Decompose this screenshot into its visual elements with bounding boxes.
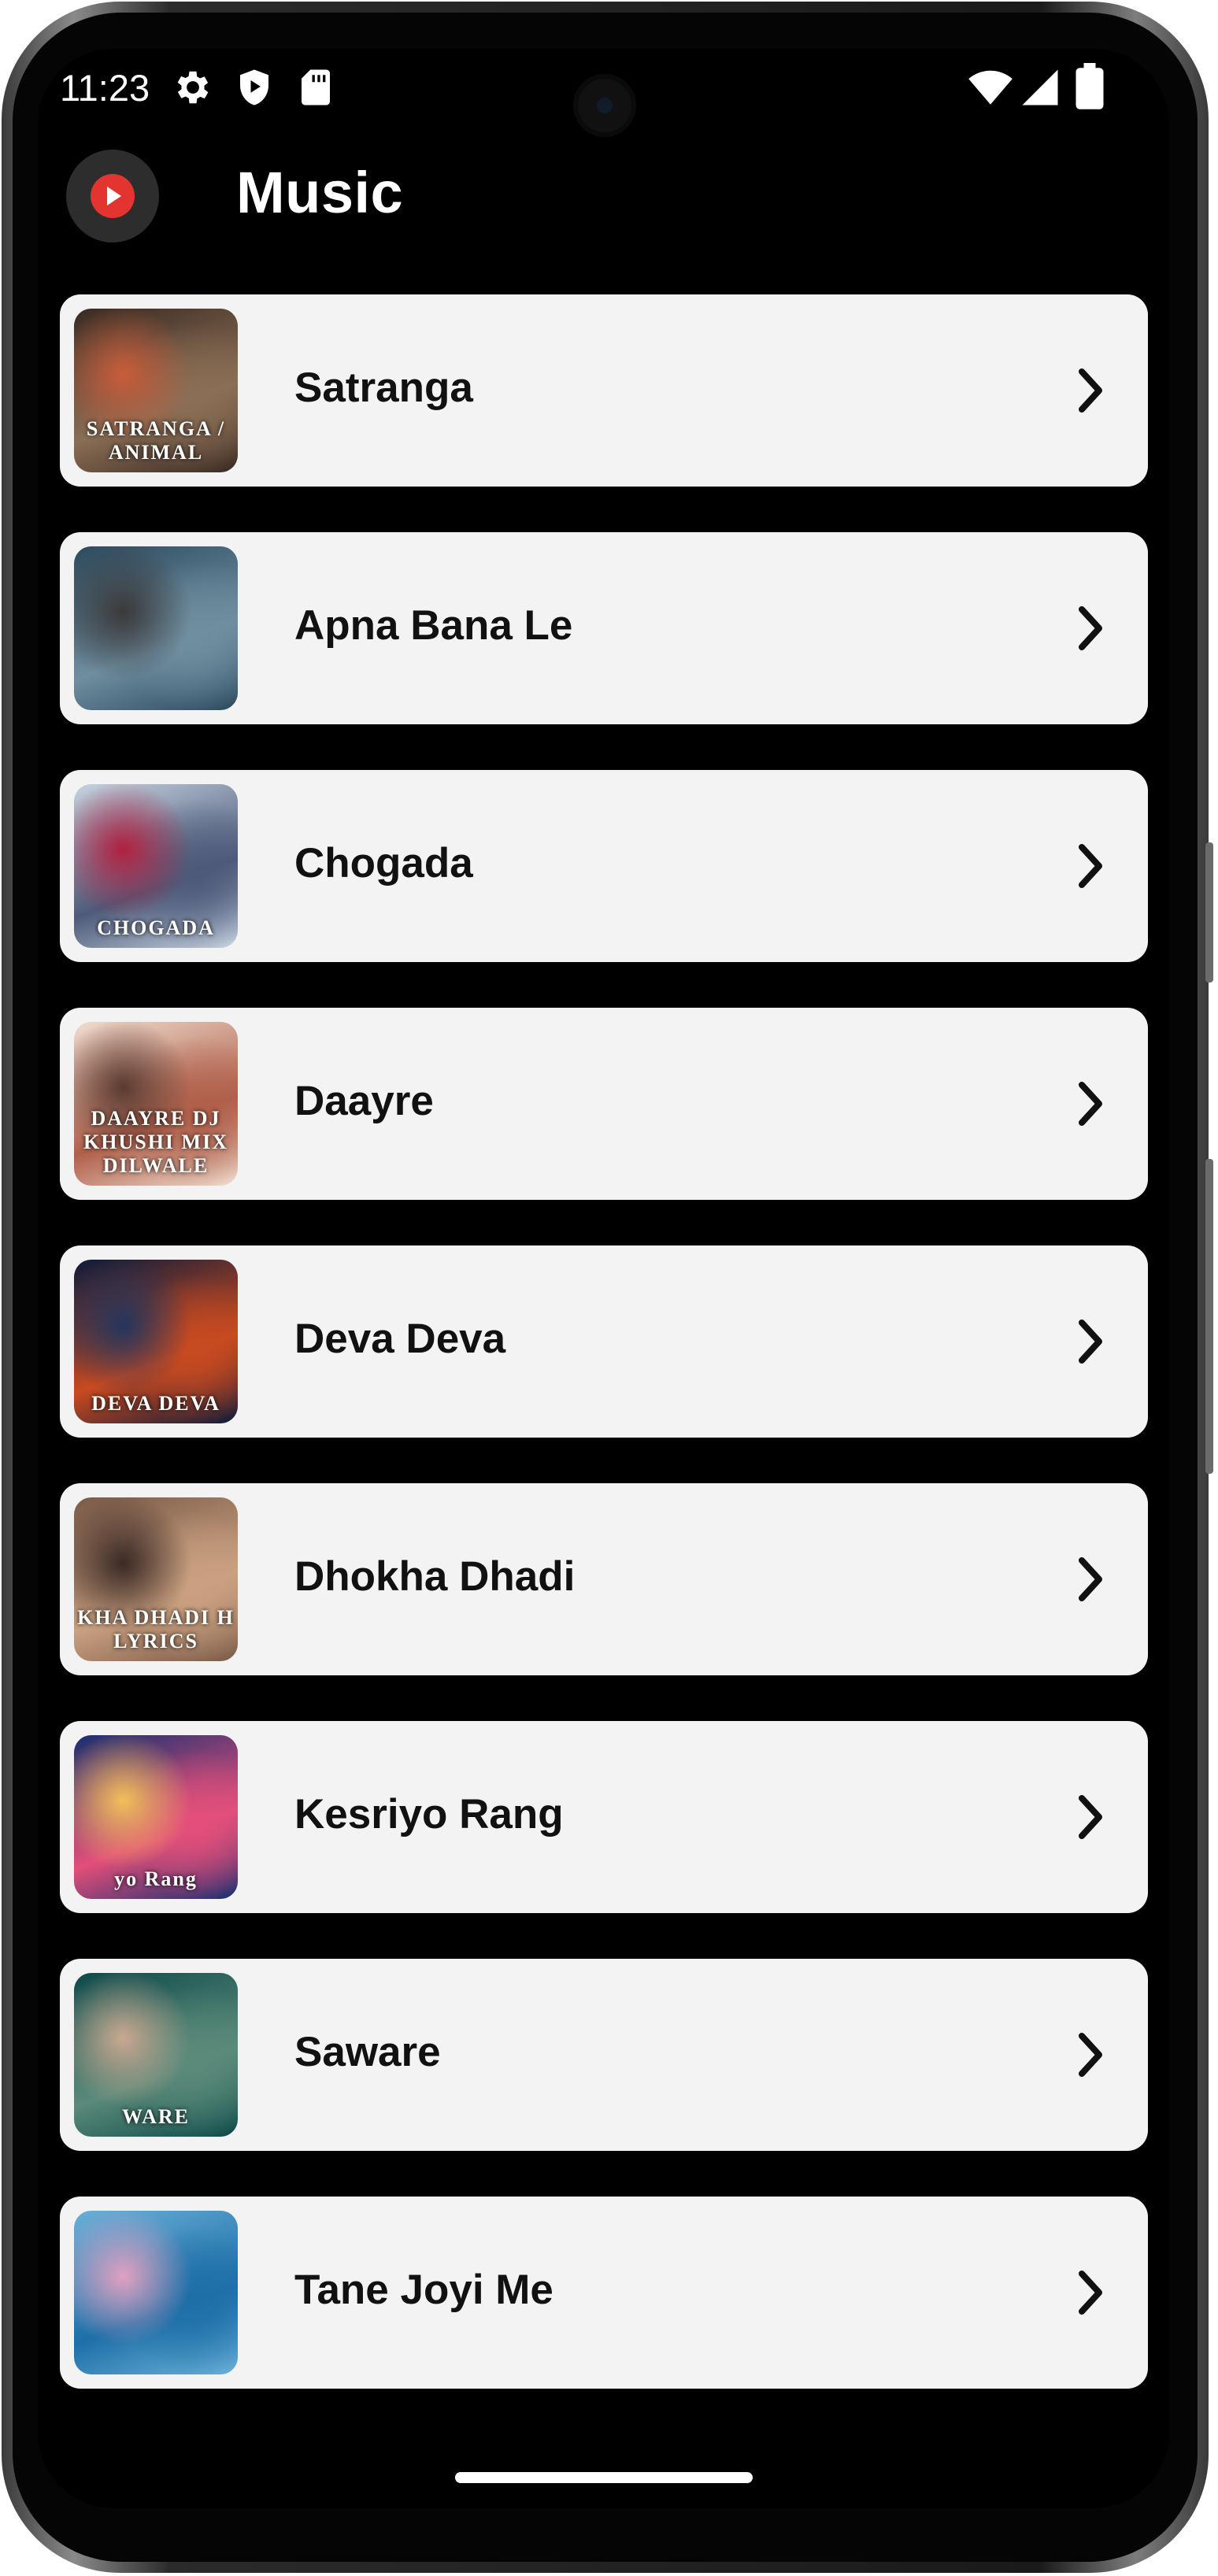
chevron-right-icon[interactable] bbox=[1075, 1556, 1107, 1603]
thumbnail-text: SATRANGA / ANIMAL bbox=[86, 417, 226, 464]
chevron-right-icon[interactable] bbox=[1075, 2269, 1107, 2316]
song-title: Dhokha Dhadi bbox=[294, 1553, 576, 1600]
song-thumbnail bbox=[74, 546, 238, 710]
song-title: Saware bbox=[294, 2029, 441, 2075]
song-title: Apna Bana Le bbox=[294, 602, 573, 649]
thumbnail-text: WARE bbox=[121, 2105, 190, 2128]
gear-icon bbox=[177, 71, 209, 104]
song-list-item[interactable]: KHA DHADI H LYRICS Dhokha Dhadi bbox=[60, 1483, 1148, 1675]
chevron-right-icon[interactable] bbox=[1075, 1793, 1107, 1841]
battery-icon bbox=[1075, 63, 1104, 109]
song-title: Tane Joyi Me bbox=[294, 2267, 553, 2313]
song-title: Satranga bbox=[294, 365, 473, 411]
song-list-item[interactable]: WARE Saware bbox=[60, 1959, 1148, 2151]
thumbnail-text: yo Rang bbox=[114, 1867, 198, 1890]
song-thumbnail: yo Rang bbox=[74, 1735, 238, 1899]
song-title: Deva Deva bbox=[294, 1316, 506, 1362]
song-list-item[interactable]: DAAYRE DJ KHUSHI MIX DILWALE Daayre bbox=[60, 1008, 1148, 1200]
song-list-item[interactable]: Tane Joyi Me bbox=[60, 2197, 1148, 2389]
chevron-right-icon[interactable] bbox=[1075, 842, 1107, 890]
song-list-item[interactable]: SATRANGA / ANIMAL Satranga bbox=[60, 294, 1148, 487]
song-list-item[interactable]: Apna Bana Le bbox=[60, 532, 1148, 724]
cellular-signal-icon bbox=[1022, 69, 1058, 105]
chevron-right-icon[interactable] bbox=[1075, 367, 1107, 414]
play-logo-icon bbox=[91, 174, 135, 218]
shield-play-icon bbox=[240, 69, 268, 105]
home-indicator[interactable] bbox=[455, 2472, 753, 2483]
app-logo[interactable] bbox=[66, 150, 159, 242]
song-list-item[interactable]: yo Rang Kesriyo Rang bbox=[60, 1721, 1148, 1913]
thumbnail-text: DAAYRE DJ KHUSHI MIX DILWALE bbox=[83, 1107, 228, 1177]
song-thumbnail: SATRANGA / ANIMAL bbox=[74, 309, 238, 472]
song-thumbnail: DAAYRE DJ KHUSHI MIX DILWALE bbox=[74, 1022, 238, 1186]
song-thumbnail: KHA DHADI H LYRICS bbox=[74, 1497, 238, 1661]
chevron-right-icon[interactable] bbox=[1075, 1318, 1107, 1365]
volume-button bbox=[1205, 842, 1213, 983]
song-title: Kesriyo Rang bbox=[294, 1791, 564, 1838]
song-list-item[interactable]: DEVA DEVA Deva Deva bbox=[60, 1245, 1148, 1438]
thumbnail-text: DEVA DEVA bbox=[91, 1392, 220, 1415]
sd-card-icon bbox=[302, 69, 330, 105]
chevron-right-icon[interactable] bbox=[1075, 605, 1107, 652]
front-camera bbox=[573, 74, 636, 137]
song-thumbnail: WARE bbox=[74, 1973, 238, 2137]
song-list-item[interactable]: CHOGADA Chogada bbox=[60, 770, 1148, 962]
chevron-right-icon[interactable] bbox=[1075, 1080, 1107, 1127]
screen: 11:23 Music SATRANGA / ANIMAL Satranga Apn… bbox=[38, 49, 1169, 2508]
power-button bbox=[1205, 1159, 1213, 1474]
page-title: Music bbox=[236, 160, 404, 225]
thumbnail-text: CHOGADA bbox=[97, 916, 215, 939]
song-title: Daayre bbox=[294, 1078, 434, 1124]
song-thumbnail: CHOGADA bbox=[74, 784, 238, 948]
song-title: Chogada bbox=[294, 840, 473, 886]
thumbnail-text: KHA DHADI H LYRICS bbox=[77, 1606, 235, 1653]
status-time: 11:23 bbox=[60, 67, 150, 109]
song-thumbnail: DEVA DEVA bbox=[74, 1260, 238, 1423]
chevron-right-icon[interactable] bbox=[1075, 2031, 1107, 2078]
wifi-icon bbox=[968, 70, 1013, 105]
song-thumbnail bbox=[74, 2211, 238, 2374]
